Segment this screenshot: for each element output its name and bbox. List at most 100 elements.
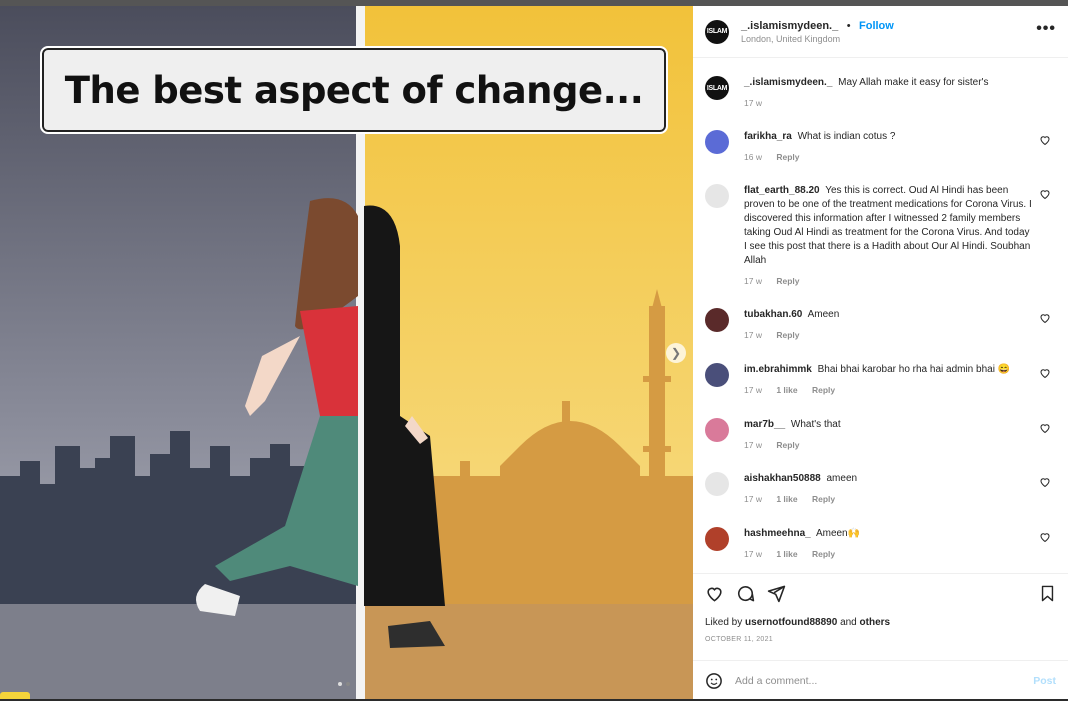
comment-bubble-icon[interactable] — [736, 584, 755, 603]
separator-dot: • — [846, 19, 851, 32]
heart-icon[interactable] — [1039, 188, 1051, 200]
author-username[interactable]: _.islamismydeen._ — [741, 20, 838, 32]
comment-avatar[interactable] — [705, 527, 729, 551]
more-options-icon[interactable]: ••• — [1036, 20, 1056, 38]
comment-time[interactable]: 16 w — [744, 152, 762, 162]
comment-text: What is indian cotus ? — [797, 131, 896, 142]
heart-icon[interactable] — [1039, 134, 1051, 146]
like-count[interactable]: 1 like — [776, 494, 797, 504]
caption-time[interactable]: 17 w — [744, 98, 762, 108]
like-count[interactable]: 1 like — [776, 549, 797, 559]
follow-button[interactable]: Follow — [859, 20, 894, 32]
comment-time[interactable]: 17 w — [744, 440, 762, 450]
next-slide-button[interactable]: ❯ — [666, 343, 686, 363]
reply-button[interactable]: Reply — [812, 494, 835, 504]
caption-body: _.islamismydeen._ May Allah make it easy… — [744, 76, 1034, 90]
comment-time[interactable]: 17 w — [744, 276, 762, 286]
heart-icon[interactable] — [1039, 422, 1051, 434]
comment-username[interactable]: aishakhan50888 — [744, 473, 821, 484]
comment-time[interactable]: 17 w — [744, 330, 762, 340]
comment-avatar[interactable] — [705, 308, 729, 332]
reply-button[interactable]: Reply — [776, 152, 799, 162]
comment-body: tubakhan.60 Ameen — [744, 308, 1034, 322]
comment-meta: 17 w 1 like Reply — [744, 494, 1055, 504]
author-meta: _.islamismydeen._ • Follow London, Unite… — [741, 18, 894, 46]
author-avatar[interactable]: ISLAM — [705, 19, 729, 44]
comment-avatar[interactable] — [705, 363, 729, 387]
post-comment-button[interactable]: Post — [1033, 675, 1056, 687]
comment-body: flat_earth_88.20 Yes this is correct. Ou… — [744, 184, 1034, 268]
post-image[interactable]: The best aspect of change... ❯ — [0, 6, 693, 699]
comment-text: ameen — [826, 473, 858, 484]
comment-avatar[interactable] — [705, 418, 729, 442]
chevron-right-icon: ❯ — [670, 346, 682, 360]
comment-item: im.ebrahimmk Bhai bhai karobar ho rha ha… — [705, 363, 1055, 395]
add-comment-input[interactable]: Add a comment... — [735, 675, 1033, 687]
comment-body: aishakhan50888 ameen — [744, 472, 1034, 486]
comment-username[interactable]: im.ebrahimmk — [744, 364, 812, 375]
post-location[interactable]: London, United Kingdom — [741, 33, 894, 46]
comment-meta: 17 w Reply — [744, 276, 1055, 286]
comment-meta: 17 w Reply — [744, 440, 1055, 450]
liked-and: and — [840, 617, 857, 628]
share-send-icon[interactable] — [767, 584, 786, 603]
liked-by: Liked by usernotfound88890 and others — [705, 617, 890, 628]
comment-time[interactable]: 17 w — [744, 494, 762, 504]
comment-avatar[interactable] — [705, 130, 729, 154]
comment-item: mar7b__ What's that 17 w Reply — [705, 418, 1055, 450]
comment-meta: 17 w 1 like Reply — [744, 549, 1055, 559]
image-title-text: The best aspect of change... — [64, 68, 644, 112]
post-date[interactable]: OCTOBER 11, 2021 — [705, 636, 773, 643]
post-header: ISLAM _.islamismydeen._ • Follow London,… — [693, 6, 1068, 58]
heart-icon[interactable] — [1039, 531, 1051, 543]
comment-username[interactable]: mar7b__ — [744, 419, 785, 430]
reply-button[interactable]: Reply — [776, 330, 799, 340]
comment-body: farikha_ra What is indian cotus ? — [744, 130, 1034, 144]
carousel-dot — [346, 682, 350, 686]
liked-others[interactable]: others — [860, 617, 891, 628]
comment-item: hashmeehna_ Ameen🙌 17 w 1 like Reply — [705, 527, 1055, 559]
comment-avatar[interactable] — [705, 184, 729, 208]
heart-icon[interactable] — [1039, 367, 1051, 379]
like-heart-icon[interactable] — [705, 584, 724, 603]
caption-text: May Allah make it easy for sister's — [838, 77, 989, 88]
liked-prefix: Liked by — [705, 617, 743, 628]
taskbar-chip — [0, 692, 30, 699]
heart-icon[interactable] — [1039, 312, 1051, 324]
action-icons — [705, 584, 786, 603]
emoji-icon[interactable] — [705, 672, 723, 690]
comment-time[interactable]: 17 w — [744, 385, 762, 395]
comment-body: hashmeehna_ Ameen🙌 — [744, 527, 1034, 541]
comment-username[interactable]: farikha_ra — [744, 131, 792, 142]
comment-item: flat_earth_88.20 Yes this is correct. Ou… — [705, 184, 1055, 286]
reply-button[interactable]: Reply — [812, 385, 835, 395]
caption-username[interactable]: _.islamismydeen._ — [744, 77, 832, 88]
comments-list[interactable]: ISLAM _.islamismydeen._ May Allah make i… — [693, 58, 1068, 573]
heart-icon[interactable] — [1039, 476, 1051, 488]
comment-text: Ameen — [807, 309, 840, 320]
comment-meta: 17 w 1 like Reply — [744, 385, 1055, 395]
comment-username[interactable]: flat_earth_88.20 — [744, 185, 820, 196]
liked-user[interactable]: usernotfound88890 — [745, 617, 837, 628]
comment-username[interactable]: hashmeehna_ — [744, 528, 811, 539]
post-actions: Liked by usernotfound88890 and others OC… — [693, 573, 1068, 700]
caption-avatar[interactable]: ISLAM — [705, 76, 729, 100]
reply-button[interactable]: Reply — [812, 549, 835, 559]
carousel-dot-active — [338, 682, 342, 686]
reply-button[interactable]: Reply — [776, 276, 799, 286]
comment-meta: 17 w Reply — [744, 330, 1055, 340]
reply-button[interactable]: Reply — [776, 440, 799, 450]
caption-meta: 17 w — [744, 98, 1055, 108]
image-title-banner: The best aspect of change... — [40, 46, 668, 134]
comment-username[interactable]: tubakhan.60 — [744, 309, 802, 320]
comment-body: im.ebrahimmk Bhai bhai karobar ho rha ha… — [744, 363, 1034, 377]
like-count[interactable]: 1 like — [776, 385, 797, 395]
bookmark-icon[interactable] — [1039, 585, 1056, 602]
comment-avatar[interactable] — [705, 472, 729, 496]
comment-body: mar7b__ What's that — [744, 418, 1034, 432]
comment-item: tubakhan.60 Ameen 17 w Reply — [705, 308, 1055, 340]
comment-time[interactable]: 17 w — [744, 549, 762, 559]
comment-text: Yes this is correct. Oud Al Hindi has be… — [744, 185, 1032, 266]
comment-text: Bhai bhai karobar ho rha hai admin bhai … — [817, 364, 1011, 375]
comment-item: aishakhan50888 ameen 17 w 1 like Reply — [705, 472, 1055, 504]
